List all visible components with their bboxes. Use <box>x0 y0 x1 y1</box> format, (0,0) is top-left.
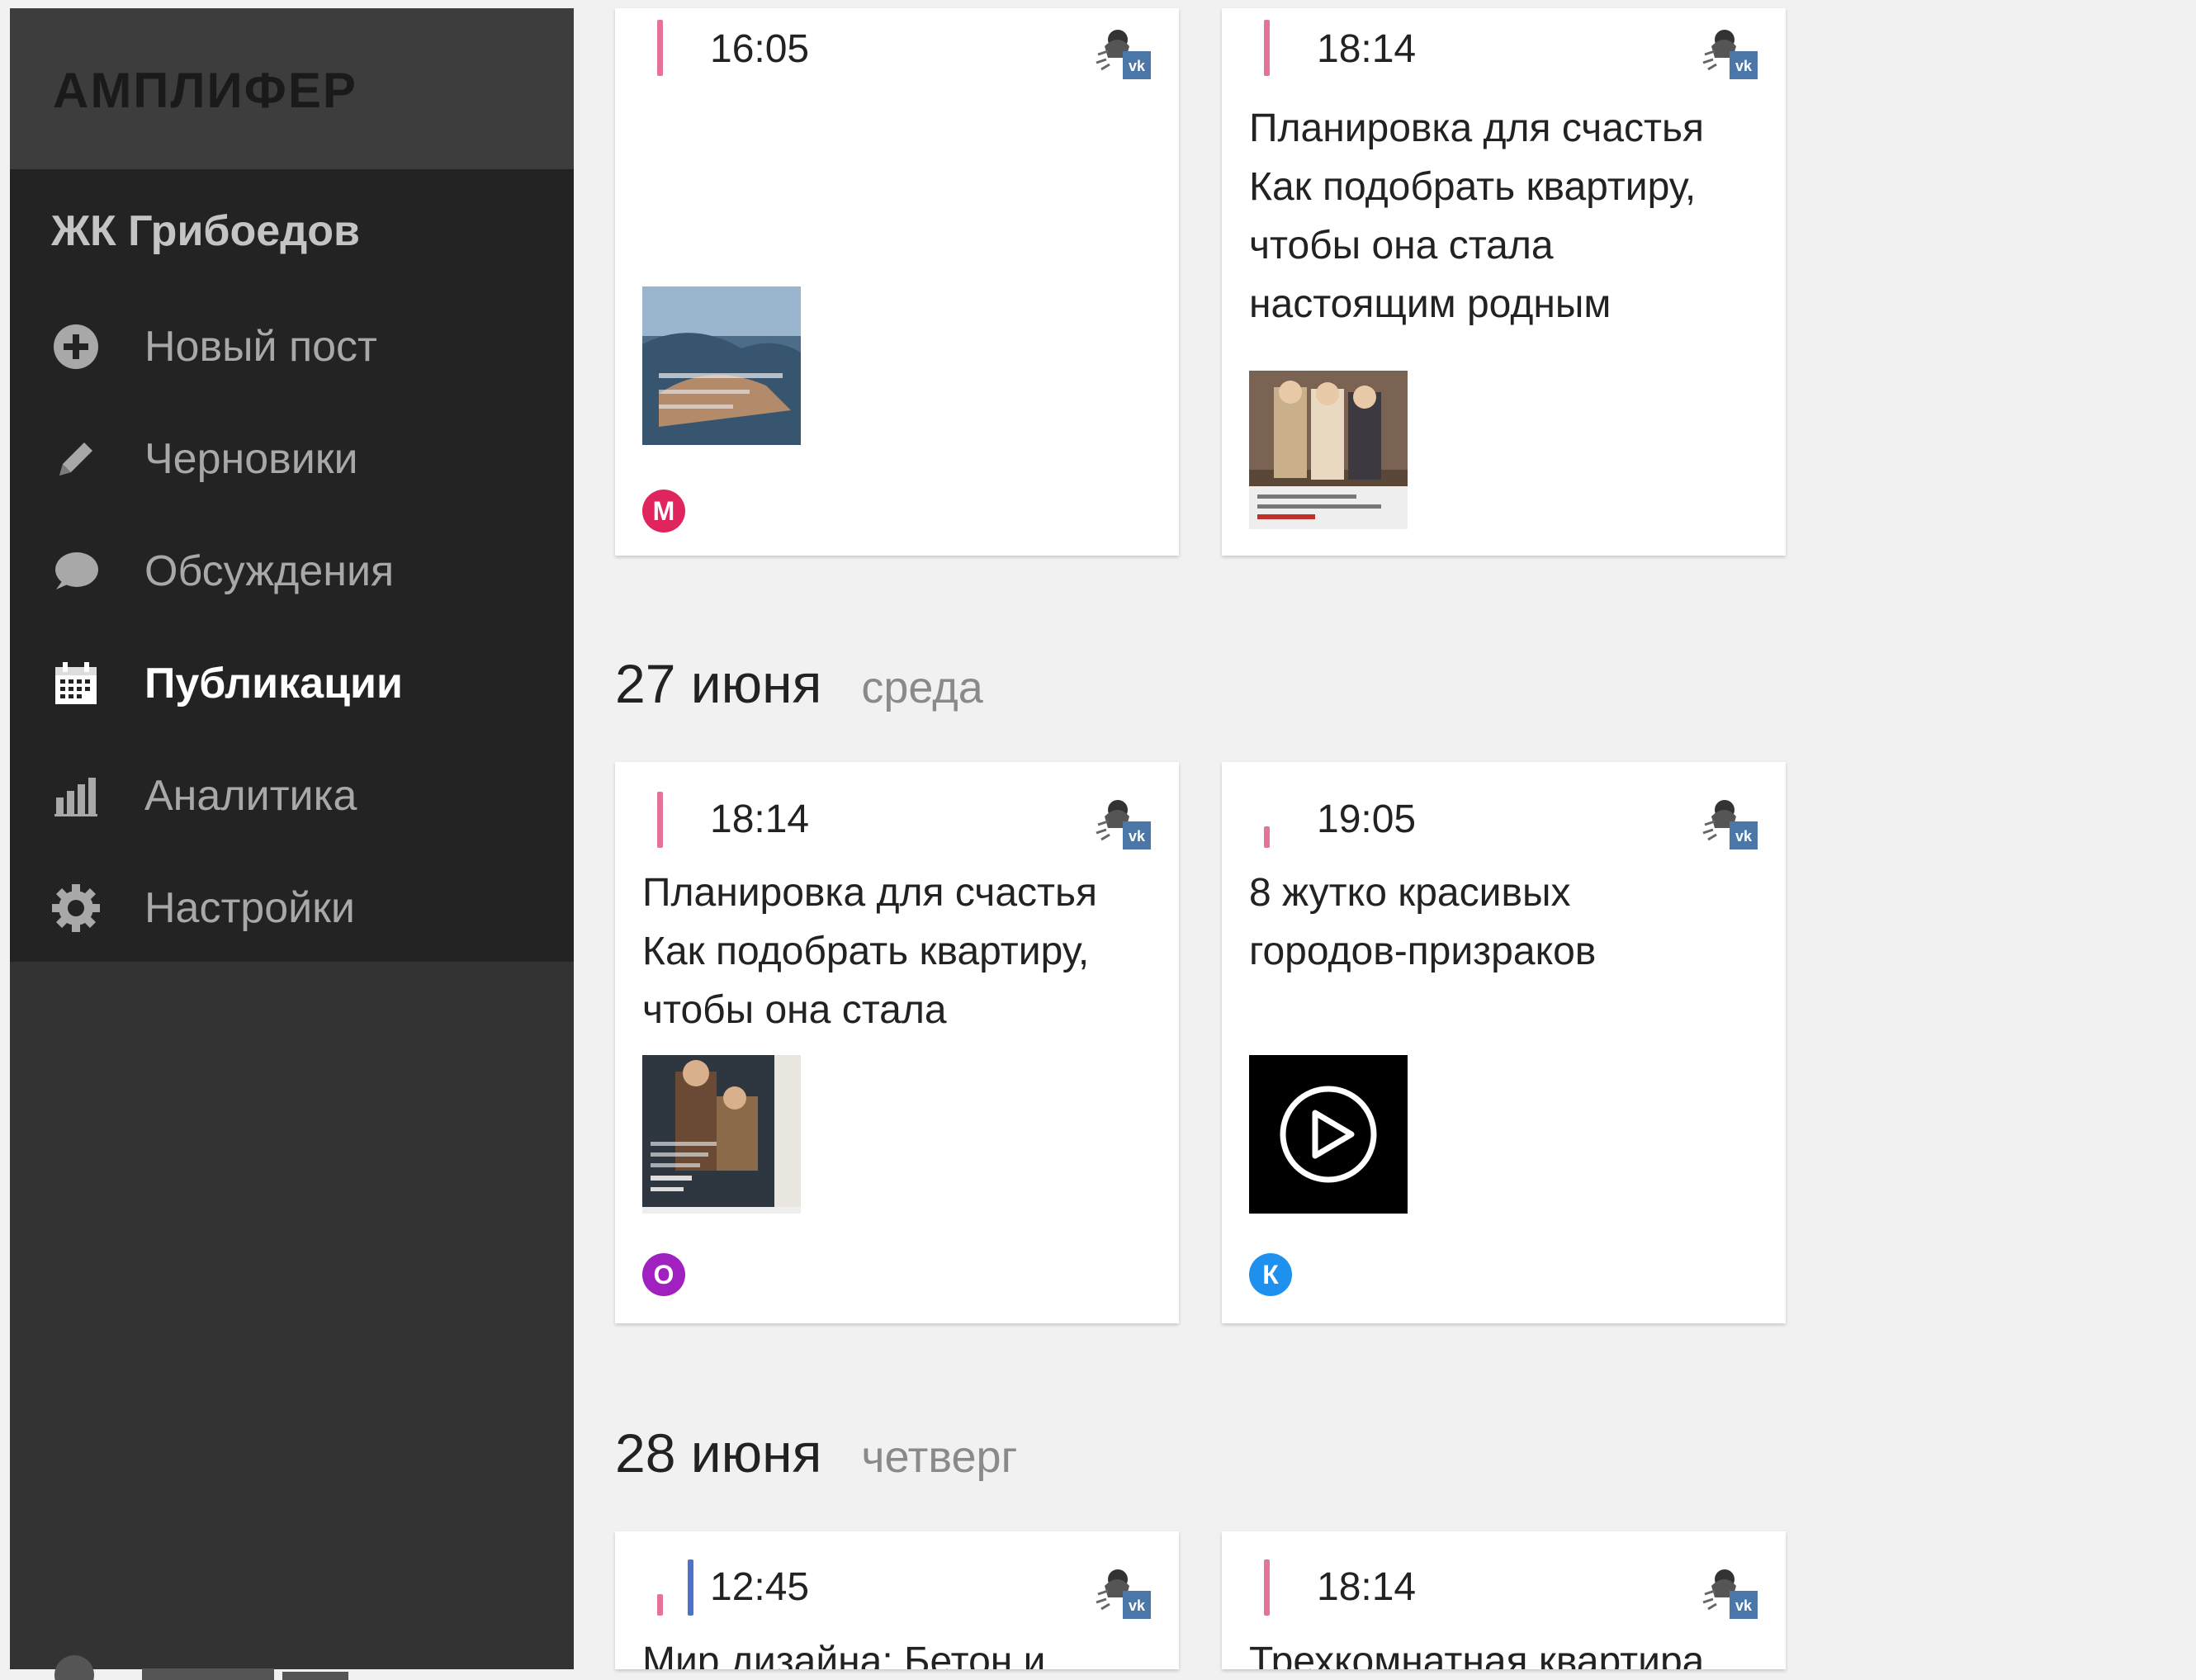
svg-text:vk: vk <box>1735 58 1753 74</box>
day-date: 28 июня <box>615 1422 822 1484</box>
post-card[interactable]: 16:05 vk М <box>615 8 1179 556</box>
post-time: 12:45 <box>710 1565 810 1609</box>
day-weekday: четверг <box>861 1432 1018 1482</box>
sidebar-bottom-item[interactable] <box>51 1647 547 1680</box>
sidebar-item-settings[interactable]: Настройки <box>10 863 574 954</box>
sidebar-item-analytics[interactable]: Аналитика <box>10 750 574 841</box>
post-image[interactable] <box>1249 371 1408 529</box>
status-indicator <box>657 1594 663 1616</box>
post-text: Планировка для счастья Как подобрать ква… <box>1249 106 1704 326</box>
day-header: 27 июня среда <box>615 652 983 715</box>
post-time: 16:05 <box>710 27 810 71</box>
vk-network-icon: vk <box>1702 800 1758 849</box>
post-time: 19:05 <box>1317 797 1417 841</box>
bar-chart-icon <box>51 771 101 821</box>
sidebar-item-label: Новый пост <box>144 323 377 371</box>
status-indicator <box>1264 20 1270 76</box>
post-time: 18:14 <box>1317 1565 1417 1609</box>
svg-text:vk: vk <box>1129 828 1146 845</box>
plus-circle-icon <box>51 322 101 371</box>
post-text: 8 жутко красивых городов-призраков <box>1249 871 1597 973</box>
status-indicator <box>1264 826 1270 848</box>
post-image[interactable] <box>642 286 801 445</box>
post-time: 18:14 <box>710 797 810 841</box>
post-card[interactable]: 18:14 vk Планировка для счастья Как подо… <box>1222 8 1786 556</box>
sidebar-item-label: Обсуждения <box>144 547 395 595</box>
sidebar-item-label: Аналитика <box>144 772 357 820</box>
vk-network-icon: vk <box>1096 800 1151 849</box>
svg-text:vk: vk <box>1735 1597 1753 1614</box>
post-text: Трехкомнатная квартира <box>1249 1640 1705 1669</box>
sidebar-item-label: Настройки <box>144 884 355 932</box>
vk-network-icon: vk <box>1702 30 1758 79</box>
sidebar-item-label: Публикации <box>144 660 403 707</box>
post-video-thumbnail[interactable] <box>1249 1055 1408 1214</box>
sidebar-item-label: Черновики <box>144 435 358 483</box>
calendar-icon <box>51 659 101 708</box>
pencil-icon <box>51 434 101 484</box>
post-card[interactable]: 12:45 vk Мир дизайна: Бетон и <box>615 1531 1179 1669</box>
day-weekday: среда <box>861 663 983 712</box>
project-name[interactable]: ЖК Грибоедов <box>51 206 360 256</box>
status-indicator <box>657 792 663 848</box>
sidebar-item-new-post[interactable]: Новый пост <box>10 301 574 392</box>
status-indicator <box>657 20 663 76</box>
post-card[interactable]: 18:14 vk Трехкомнатная квартира <box>1222 1531 1786 1669</box>
status-indicator <box>1264 1559 1270 1616</box>
gear-icon <box>51 883 101 933</box>
sidebar-item-drafts[interactable]: Черновики <box>10 414 574 504</box>
day-date: 27 июня <box>615 653 822 714</box>
author-avatar[interactable]: К <box>1249 1253 1292 1296</box>
brand-header: АМПЛИФЕР <box>10 8 574 169</box>
vk-network-icon: vk <box>1096 1569 1151 1619</box>
svg-text:vk: vk <box>1129 1597 1146 1614</box>
chat-bubble-icon <box>51 547 101 596</box>
sidebar-item-discussions[interactable]: Обсуждения <box>10 526 574 617</box>
play-icon[interactable] <box>1249 1055 1408 1214</box>
post-image[interactable] <box>642 1055 801 1214</box>
svg-text:vk: vk <box>1735 828 1753 845</box>
sidebar-item-publications[interactable]: Публикации <box>10 638 574 729</box>
vk-network-icon: vk <box>1096 30 1151 79</box>
post-card[interactable]: 19:05 vk 8 жутко красивых городов-призра… <box>1222 762 1786 1323</box>
status-indicator-blue <box>688 1559 693 1616</box>
post-text: Планировка для счастья Как подобрать ква… <box>642 871 1097 1032</box>
sidebar-menu: ЖК Грибоедов Новый пост Черновики Обсужд… <box>10 169 574 962</box>
author-avatar[interactable]: О <box>642 1253 685 1296</box>
brand-logo[interactable]: АМПЛИФЕР <box>53 62 357 119</box>
post-text: Мир дизайна: Бетон и <box>642 1640 1046 1669</box>
day-header: 28 июня четверг <box>615 1422 1017 1484</box>
post-time: 18:14 <box>1317 27 1417 71</box>
vk-network-icon: vk <box>1702 1569 1758 1619</box>
svg-text:vk: vk <box>1129 58 1146 74</box>
author-avatar[interactable]: М <box>642 490 685 532</box>
sidebar: АМПЛИФЕР ЖК Грибоедов Новый пост Чернови… <box>10 8 574 1680</box>
post-card[interactable]: 18:14 vk Планировка для счастья Как подо… <box>615 762 1179 1323</box>
